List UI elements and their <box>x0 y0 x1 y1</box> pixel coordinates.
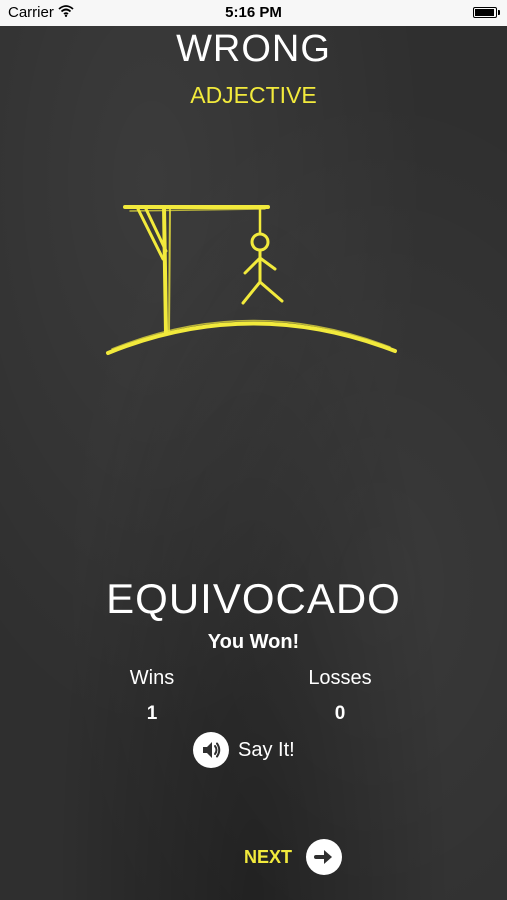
hangman-drawing <box>100 195 400 370</box>
status-time: 5:16 PM <box>225 4 282 21</box>
word-title: WRONG <box>176 28 331 70</box>
part-of-speech: ADJECTIVE <box>190 82 317 108</box>
game-screen: Carrier 5:16 PM WRONG ADJECTIVE EQUIVOCA… <box>0 0 507 900</box>
gallows-post-sketch <box>168 208 171 332</box>
gallows-post <box>162 205 168 335</box>
say-it-label[interactable]: Say It! <box>238 739 295 762</box>
gallows-ground <box>106 321 397 355</box>
hangman-legs <box>241 280 284 305</box>
battery-icon <box>473 7 500 18</box>
gallows-brace <box>136 207 168 261</box>
gallows-beam-sketch <box>129 208 266 212</box>
say-it-button[interactable]: Say It! <box>193 731 295 769</box>
speaker-icon[interactable] <box>193 732 229 768</box>
translation-word: EQUIVOCADO <box>106 575 401 622</box>
losses-label: Losses <box>308 667 372 689</box>
wins-label: Wins <box>129 667 175 689</box>
next-button[interactable]: NEXT <box>244 838 343 876</box>
hangman-head <box>250 232 270 252</box>
losses-count: 0 <box>334 703 346 724</box>
next-label[interactable]: NEXT <box>244 847 292 868</box>
result-message: You Won! <box>207 631 300 653</box>
battery-level <box>475 9 494 16</box>
wins-count: 1 <box>146 703 158 724</box>
status-bar: Carrier 5:16 PM <box>0 0 507 26</box>
arrow-right-icon[interactable] <box>306 839 343 875</box>
